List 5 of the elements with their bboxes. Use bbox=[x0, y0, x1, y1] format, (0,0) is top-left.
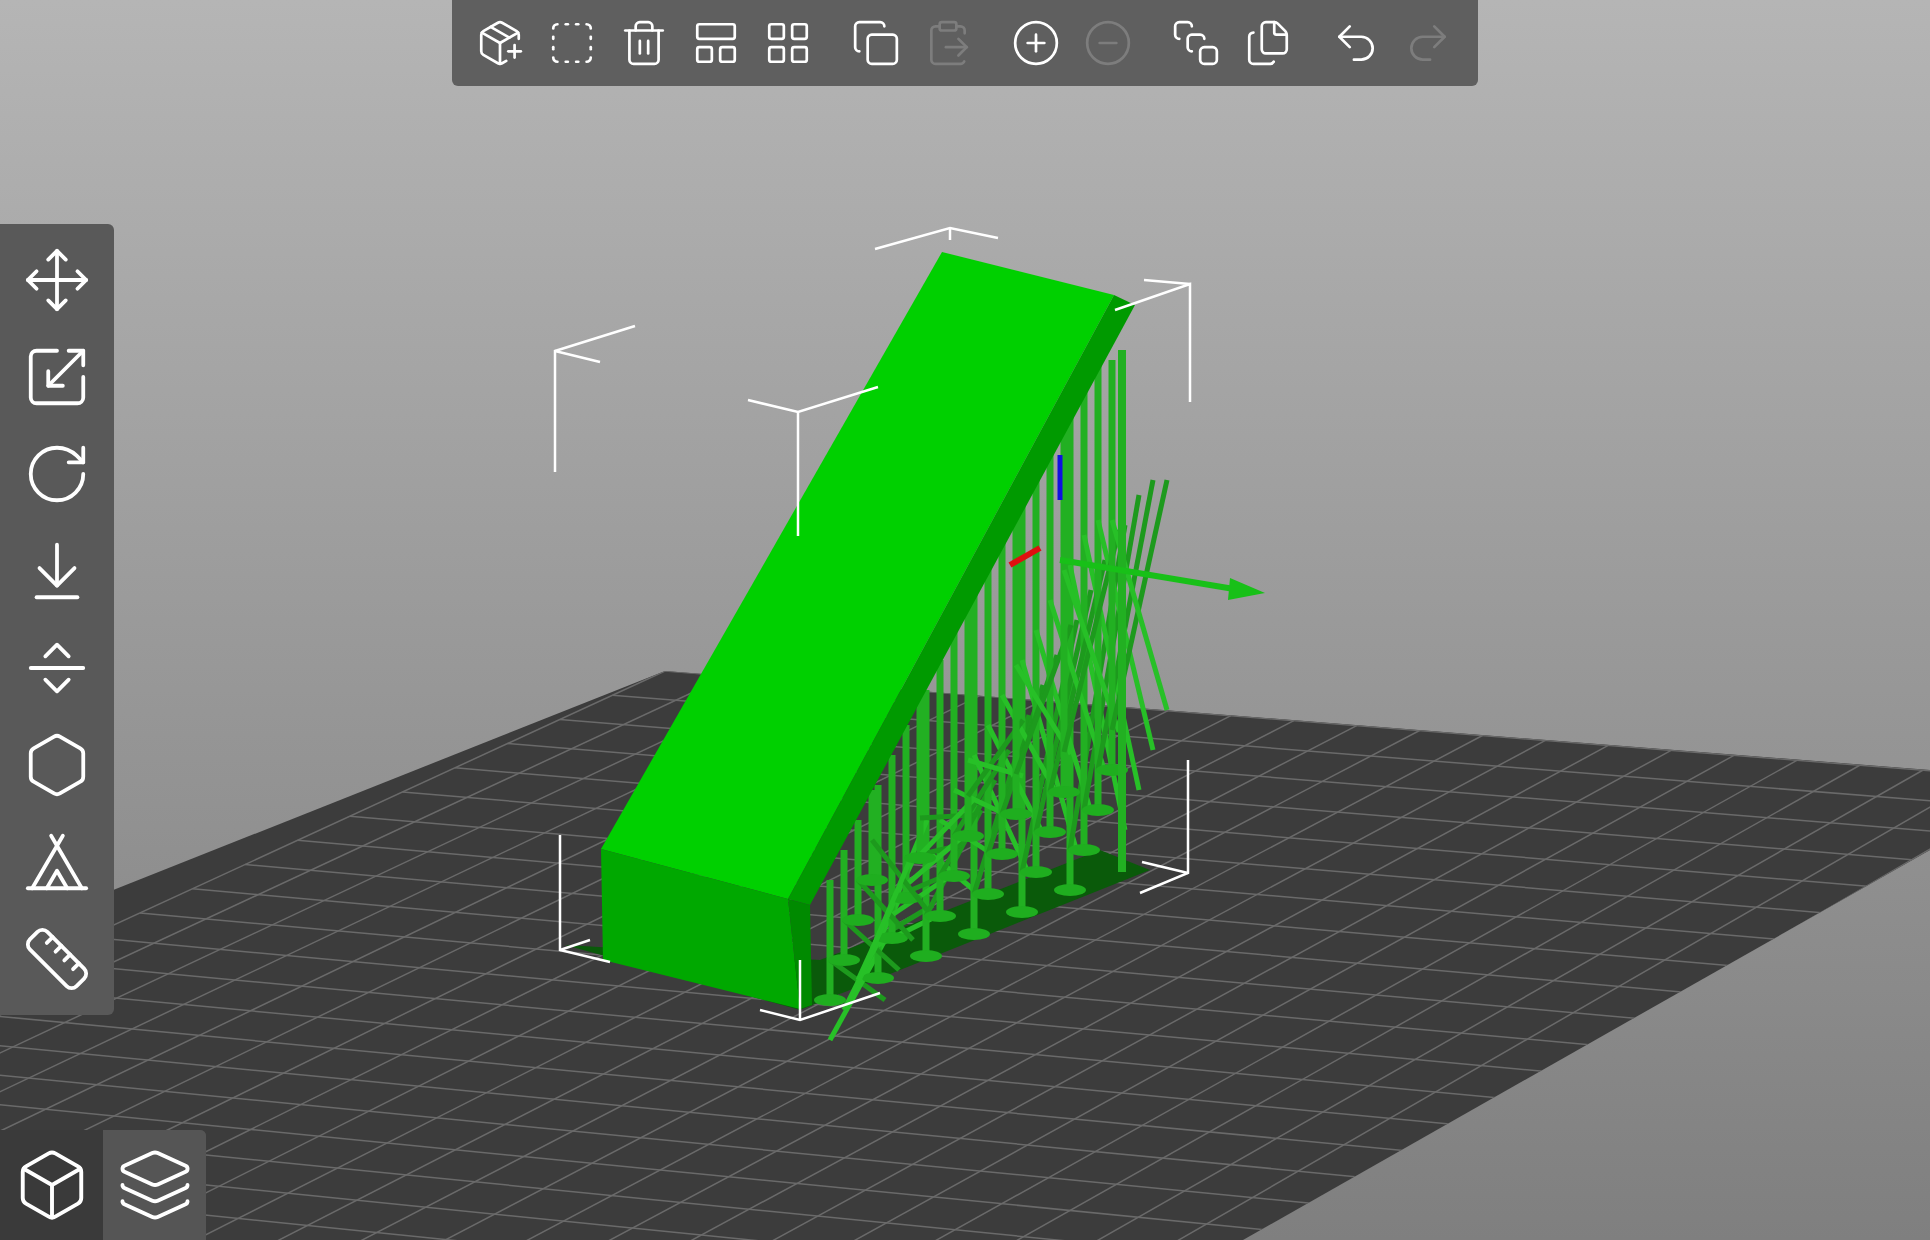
3d-view-button[interactable] bbox=[0, 1130, 103, 1240]
circle-plus-icon bbox=[1011, 18, 1061, 68]
stacked-squares-icon bbox=[1171, 18, 1221, 68]
copy-icon bbox=[851, 18, 901, 68]
circle-minus-icon bbox=[1083, 18, 1133, 68]
